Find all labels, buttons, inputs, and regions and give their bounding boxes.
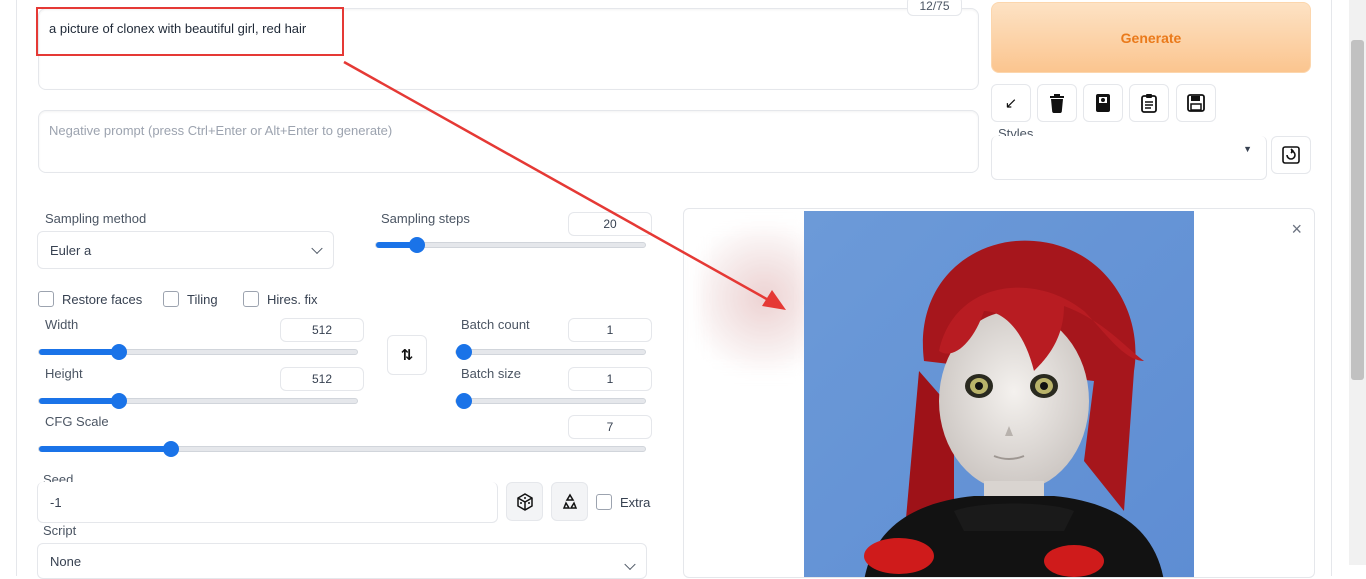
clipboard-icon	[1141, 94, 1157, 113]
cfg-scale-input[interactable]: 7	[568, 415, 652, 439]
batch-count-slider[interactable]	[455, 344, 646, 360]
seed-input[interactable]: -1	[37, 482, 498, 523]
batch-size-input[interactable]: 1	[568, 367, 652, 391]
slider-handle[interactable]	[409, 237, 425, 253]
hires-fix-checkbox[interactable]	[243, 291, 259, 307]
slider-handle[interactable]	[163, 441, 179, 457]
sampling-steps-slider[interactable]	[375, 237, 646, 253]
styles-dropdown[interactable]: ▼	[991, 136, 1267, 180]
tiling-label: Tiling	[187, 292, 218, 307]
script-label: Script	[43, 523, 77, 538]
sampling-steps-label: Sampling steps	[381, 211, 470, 226]
annotation-highlight-box	[36, 7, 344, 56]
sampling-steps-input[interactable]: 20	[568, 212, 652, 236]
sampling-method-dropdown[interactable]: Euler a	[37, 231, 334, 269]
negative-prompt-placeholder: Negative prompt (press Ctrl+Enter or Alt…	[49, 123, 393, 138]
extra-seed-label: Extra	[620, 495, 651, 510]
height-slider[interactable]	[38, 393, 358, 409]
chevron-down-icon	[624, 558, 636, 571]
swap-dimensions-button[interactable]: ⇅	[387, 335, 427, 375]
save-icon	[1187, 94, 1205, 112]
refresh-styles-button[interactable]	[1271, 136, 1311, 174]
close-icon[interactable]: ×	[1291, 219, 1302, 240]
extra-networks-button[interactable]	[1083, 84, 1123, 122]
swap-arrows-icon: ⇅	[400, 347, 414, 364]
recycle-icon	[562, 493, 577, 509]
height-label: Height	[45, 366, 83, 381]
card-icon	[1096, 94, 1110, 112]
clear-prompt-button[interactable]	[1037, 84, 1077, 122]
width-input[interactable]: 512	[280, 318, 364, 342]
scrollbar-thumb[interactable]	[1351, 40, 1364, 380]
tiling-checkbox[interactable]	[163, 291, 179, 307]
cfg-scale-label: CFG Scale	[45, 414, 109, 429]
trash-icon	[1050, 94, 1064, 113]
random-seed-button[interactable]	[506, 482, 543, 521]
slider-handle[interactable]	[111, 344, 127, 360]
restore-faces-checkbox[interactable]	[38, 291, 54, 307]
output-gallery: ×	[683, 208, 1315, 578]
arrow-diagonal-icon: ↙	[1004, 95, 1018, 112]
slider-handle[interactable]	[456, 344, 472, 360]
batch-count-input[interactable]: 1	[568, 318, 652, 342]
negative-prompt-input[interactable]: Negative prompt (press Ctrl+Enter or Alt…	[38, 110, 979, 173]
refresh-icon	[1282, 146, 1300, 164]
slider-handle[interactable]	[456, 393, 472, 409]
script-dropdown[interactable]: None	[37, 543, 647, 579]
restore-faces-label: Restore faces	[62, 292, 143, 307]
width-slider[interactable]	[38, 344, 358, 360]
save-style-button[interactable]	[1176, 84, 1216, 122]
reuse-seed-button[interactable]	[551, 482, 588, 521]
width-label: Width	[45, 317, 79, 332]
cfg-scale-slider[interactable]	[38, 441, 646, 457]
blurred-thumbnail	[698, 223, 808, 373]
extra-seed-checkbox[interactable]	[596, 494, 612, 510]
batch-count-label: Batch count	[461, 317, 530, 332]
read-params-button[interactable]: ↙	[991, 84, 1031, 122]
height-input[interactable]: 512	[280, 367, 364, 391]
chevron-down-icon	[311, 242, 323, 255]
batch-size-label: Batch size	[461, 366, 521, 381]
generate-button[interactable]: Generate	[991, 2, 1311, 73]
apply-style-button[interactable]	[1129, 84, 1169, 122]
hires-fix-label: Hires. fix	[267, 292, 318, 307]
slider-handle[interactable]	[111, 393, 127, 409]
sampling-method-label: Sampling method	[45, 211, 147, 226]
dice-icon	[516, 492, 533, 511]
generated-image[interactable]	[804, 211, 1194, 578]
token-counter: 12/75	[907, 0, 962, 16]
batch-size-slider[interactable]	[455, 393, 646, 409]
caret-down-icon: ▼	[1243, 144, 1252, 154]
